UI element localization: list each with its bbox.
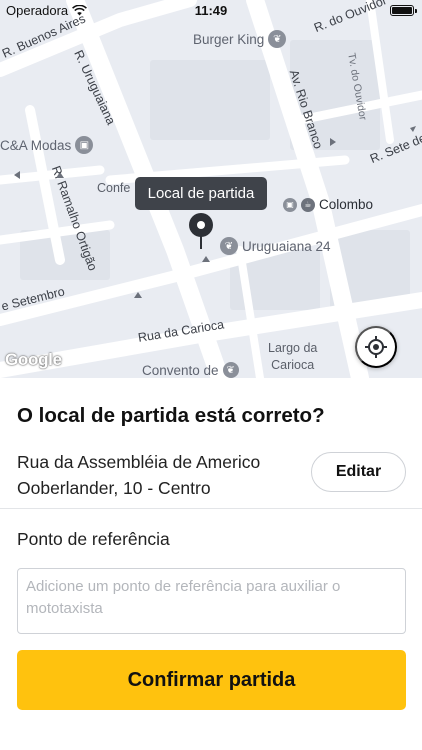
- map-view[interactable]: R. Buenos Aires R. do Ouvidor R. Uruguai…: [0, 0, 422, 378]
- divider: [0, 508, 422, 509]
- coffee-icon: ☕: [301, 197, 315, 212]
- confirm-pickup-button[interactable]: Confirmar partida: [17, 650, 406, 710]
- map-pin-icon[interactable]: [188, 213, 214, 249]
- reference-input[interactable]: [17, 568, 406, 634]
- poi-confeitaria: Confe: [97, 181, 131, 195]
- poi-ca-modas[interactable]: C&A Modas ▣: [0, 136, 94, 154]
- sheet-title: O local de partida está correto?: [17, 404, 325, 427]
- poi-uruguaiana-24[interactable]: ❦ Uruguaiana 24: [220, 237, 331, 255]
- poi-largo-da-carioca: Largo da Carioca: [268, 341, 318, 372]
- poi-colombo[interactable]: ▣ ☕ Colombo: [283, 197, 373, 212]
- pickup-address: Rua da Assembléia de Americo Ooberlander…: [17, 452, 261, 498]
- pickup-tooltip: Local de partida: [135, 177, 267, 210]
- pickup-confirmation-sheet: O local de partida está correto? Rua da …: [0, 378, 422, 750]
- fork-knife-icon: ❦: [222, 362, 239, 378]
- crosshair-icon: [365, 336, 387, 358]
- shopping-bag-icon: ▣: [75, 136, 94, 154]
- poi-label: Uruguaiana 24: [242, 238, 331, 254]
- status-bar: Operadora 11:49: [0, 0, 422, 22]
- google-logo: Google: [5, 350, 62, 369]
- fork-knife-icon: ❦: [268, 30, 287, 48]
- poi-label: Burger King: [193, 31, 265, 47]
- battery-icon: [390, 5, 417, 16]
- reference-label: Ponto de referência: [17, 529, 170, 549]
- shopping-bag-icon: ▣: [283, 197, 297, 212]
- poi-label: Colombo: [319, 197, 374, 212]
- poi-label: Convento de: [142, 362, 219, 378]
- locate-button[interactable]: [355, 326, 397, 368]
- poi-burger-king[interactable]: Burger King ❦: [193, 30, 287, 48]
- poi-convento[interactable]: Convento de ❦: [142, 362, 239, 378]
- status-time: 11:49: [194, 3, 228, 18]
- edit-button[interactable]: Editar: [311, 452, 406, 492]
- fork-knife-icon: ❦: [220, 237, 238, 255]
- poi-label: C&A Modas: [0, 137, 72, 153]
